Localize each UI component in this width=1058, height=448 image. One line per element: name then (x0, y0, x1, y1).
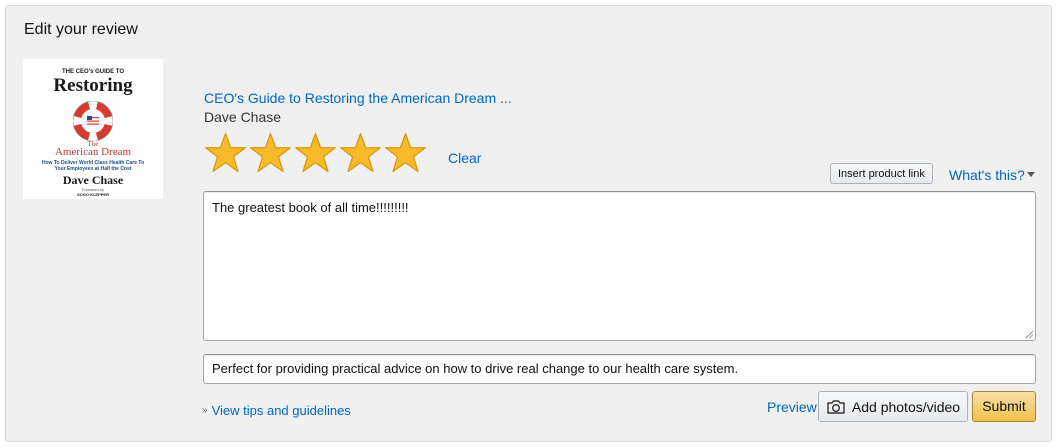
cover-dream: American Dream (54, 146, 132, 158)
add-photos-video-button[interactable]: Add photos/video (818, 391, 968, 422)
cover-main-title: Restoring (53, 75, 133, 96)
edit-review-panel: Edit your review THE CEO's GUIDE TO Rest… (5, 5, 1052, 442)
camera-icon (827, 399, 845, 414)
review-text: The greatest book of all time!!!!!!!!! (212, 200, 409, 215)
double-chevron-down-icon: » (202, 405, 208, 416)
cover-tagline: How To Deliver World Class Health Care T… (41, 160, 145, 172)
review-headline-input[interactable]: Perfect for providing practical advice o… (203, 354, 1036, 384)
star-icon[interactable] (294, 131, 337, 174)
page-title: Edit your review (24, 21, 138, 38)
view-tips-label: View tips and guidelines (211, 403, 351, 418)
resize-grip-icon[interactable] (1025, 330, 1033, 338)
product-cover-image: THE CEO's GUIDE TO Restoring The America… (23, 59, 163, 199)
life-ring-icon (73, 101, 113, 141)
headline-text: Perfect for providing practical advice o… (212, 361, 739, 376)
clear-rating-link[interactable]: Clear (448, 150, 481, 166)
star-icon[interactable] (204, 131, 247, 174)
insert-product-link-button[interactable]: Insert product link (830, 163, 933, 184)
review-text-area[interactable]: The greatest book of all time!!!!!!!!! (203, 191, 1036, 341)
star-icon[interactable] (249, 131, 292, 174)
star-rating (204, 131, 427, 174)
add-photos-label: Add photos/video (851, 398, 961, 415)
whats-this-link[interactable]: What's this? (949, 167, 1025, 183)
star-icon[interactable] (339, 131, 382, 174)
product-title-link[interactable]: CEO's Guide to Restoring the American Dr… (204, 90, 512, 106)
star-icon[interactable] (384, 131, 427, 174)
product-author: Dave Chase (204, 109, 282, 125)
view-tips-link[interactable]: » View tips and guidelines (202, 403, 351, 418)
cover-foreword-author: SOGO KLEPPER (76, 192, 109, 197)
chevron-down-icon[interactable] (1027, 172, 1035, 177)
preview-link[interactable]: Preview (767, 399, 817, 415)
submit-button[interactable]: Submit (972, 391, 1036, 422)
cover-author: Dave Chase (62, 173, 124, 187)
